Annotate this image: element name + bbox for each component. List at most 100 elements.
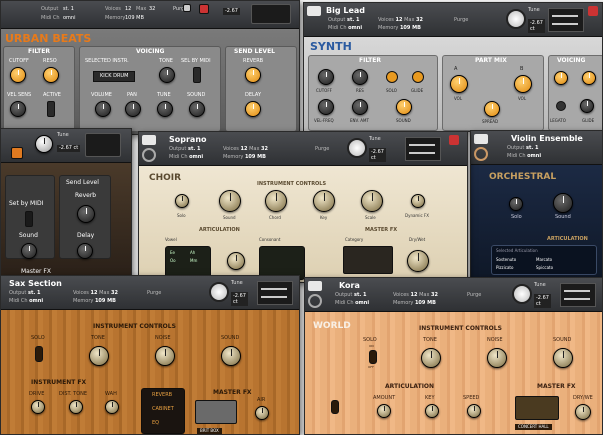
- speed-knob[interactable]: [467, 404, 481, 418]
- reso-knob[interactable]: [43, 67, 59, 83]
- category-select[interactable]: [343, 246, 393, 274]
- articulation-item-1[interactable]: Sostenuto: [496, 258, 516, 262]
- active-toggle[interactable]: [47, 101, 55, 117]
- master-fx-display[interactable]: [515, 396, 559, 420]
- noise-knob[interactable]: [487, 348, 507, 368]
- air-knob[interactable]: [255, 406, 269, 420]
- glide-knob[interactable]: [580, 99, 594, 113]
- tune-knob[interactable]: [157, 101, 173, 117]
- delay-knob[interactable]: [245, 101, 261, 117]
- master-fx-display[interactable]: [195, 400, 237, 424]
- tune-knob[interactable]: [347, 138, 367, 158]
- solo-knob[interactable]: [175, 194, 189, 208]
- selected-articulation-box[interactable]: Selected Articulation Sostenuto Pizzicat…: [491, 245, 597, 275]
- close-icon[interactable]: [449, 135, 459, 145]
- tune-value[interactable]: -2.67: [223, 8, 240, 15]
- solo-toggle[interactable]: [35, 346, 43, 362]
- sel-by-midi-toggle[interactable]: [193, 67, 201, 83]
- chord-knob[interactable]: [265, 190, 287, 212]
- tune-knob[interactable]: [506, 9, 526, 29]
- tone-knob[interactable]: [89, 346, 109, 366]
- tune-control[interactable]: Tune -2.67 ct: [512, 282, 551, 308]
- tune-knob[interactable]: [512, 284, 532, 304]
- voicing-knob-2[interactable]: [582, 71, 596, 85]
- reverb-knob[interactable]: [245, 67, 261, 83]
- res-knob[interactable]: [352, 69, 368, 85]
- vol-b-knob[interactable]: [514, 75, 532, 93]
- sound-knob[interactable]: [221, 346, 241, 366]
- vowel-mm[interactable]: Mm: [190, 259, 197, 263]
- sound-knob[interactable]: [219, 190, 241, 212]
- articulation-knob[interactable]: [227, 252, 245, 270]
- vol-a-knob[interactable]: [450, 75, 468, 93]
- tone-knob[interactable]: [421, 348, 441, 368]
- dry-wet-knob[interactable]: [575, 404, 591, 420]
- wrench-icon[interactable]: [474, 134, 488, 144]
- glide-button[interactable]: [412, 71, 424, 83]
- preset-select[interactable]: BRIT BOX: [197, 428, 222, 434]
- articulation-item-2[interactable]: Pizzicato: [496, 266, 513, 270]
- delay-knob[interactable]: [77, 243, 93, 259]
- vel-sens-knob[interactable]: [10, 101, 26, 117]
- key-knob[interactable]: [425, 404, 439, 418]
- legato-button[interactable]: [556, 101, 566, 111]
- articulation-item-3[interactable]: Marcato: [536, 258, 552, 262]
- orange-badge[interactable]: [11, 147, 23, 159]
- solo-toggle[interactable]: [369, 350, 377, 364]
- wrench-icon[interactable]: [307, 6, 321, 16]
- preset-select[interactable]: CONCERT HALL: [515, 424, 552, 430]
- tune-control[interactable]: Tune -2.67 ct: [506, 7, 545, 33]
- solo-button[interactable]: [386, 71, 398, 83]
- articulation-toggle[interactable]: [331, 400, 339, 414]
- output-value[interactable]: st. 1: [63, 7, 74, 12]
- tune-control[interactable]: Tune -2.67 ct: [347, 136, 386, 162]
- dist-tone-knob[interactable]: [69, 400, 83, 414]
- purge-button[interactable]: Purge: [147, 290, 161, 296]
- solo-knob[interactable]: [509, 197, 523, 211]
- tune-knob[interactable]: [209, 282, 229, 302]
- wrench-icon[interactable]: [308, 281, 322, 291]
- camera-icon[interactable]: [183, 4, 191, 12]
- sound-knob[interactable]: [396, 99, 412, 115]
- midi-value[interactable]: omni: [63, 16, 76, 21]
- vel-freq-knob[interactable]: [318, 99, 334, 115]
- close-icon[interactable]: [199, 4, 209, 14]
- pan-knob[interactable]: [125, 101, 141, 117]
- tone-knob[interactable]: [159, 67, 175, 83]
- set-by-midi-toggle[interactable]: [25, 211, 33, 227]
- voicing-knob-1[interactable]: [554, 71, 568, 85]
- eq-option[interactable]: EQ: [152, 421, 159, 426]
- kick-drum-select[interactable]: KICK DRUM: [93, 71, 136, 82]
- dynamic-fx-knob[interactable]: [411, 194, 425, 208]
- spread-knob[interactable]: [484, 101, 500, 117]
- reverb-option[interactable]: REVERB: [152, 393, 172, 398]
- key-knob[interactable]: [313, 190, 335, 212]
- dry-wet-knob[interactable]: [407, 250, 429, 272]
- env-amt-knob[interactable]: [352, 99, 368, 115]
- vowel-ah[interactable]: Ah: [190, 251, 195, 255]
- close-icon[interactable]: [588, 6, 598, 16]
- vowel-oo[interactable]: Oo: [170, 259, 176, 263]
- tune-knob[interactable]: [35, 135, 53, 153]
- wrench-icon[interactable]: [142, 135, 156, 145]
- tune-control[interactable]: Tune -2.67 ct: [209, 280, 248, 306]
- purge-button[interactable]: Purge: [467, 292, 481, 298]
- scale-knob[interactable]: [361, 190, 383, 212]
- amount-knob[interactable]: [377, 404, 391, 418]
- vowel-ee[interactable]: Ee: [170, 251, 175, 255]
- sound-knob[interactable]: [21, 243, 37, 259]
- volume-knob[interactable]: [95, 101, 111, 117]
- purge-button[interactable]: Purge: [315, 146, 329, 152]
- sound-knob[interactable]: [553, 348, 573, 368]
- cutoff-knob[interactable]: [318, 69, 334, 85]
- noise-knob[interactable]: [155, 346, 175, 366]
- articulation-item-4[interactable]: Spiccato: [536, 266, 553, 270]
- sound-knob[interactable]: [553, 193, 573, 213]
- purge-button[interactable]: Purge: [454, 17, 468, 23]
- cabinet-option[interactable]: CABINET: [152, 407, 174, 412]
- sound-knob[interactable]: [189, 101, 205, 117]
- drive-knob[interactable]: [31, 400, 45, 414]
- cutoff-knob[interactable]: [10, 67, 26, 83]
- reverb-knob[interactable]: [77, 205, 95, 223]
- wah-knob[interactable]: [105, 400, 119, 414]
